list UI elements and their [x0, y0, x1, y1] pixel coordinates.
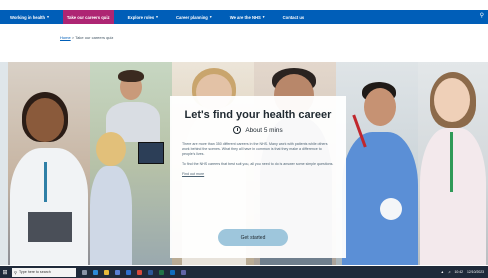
nav-item-career-planning[interactable]: Career planning ▾	[172, 10, 216, 24]
windows-taskbar: ⊞ ⚲ Type here to search ▲ ♫ 10:42 12/10/…	[0, 266, 488, 278]
chevron-down-icon: ▾	[156, 15, 158, 19]
store-icon[interactable]	[115, 269, 120, 275]
chevron-down-icon: ▾	[262, 15, 265, 19]
nav-item-explore-roles[interactable]: Explore roles ▾	[124, 10, 162, 24]
outlook-icon[interactable]	[170, 269, 175, 275]
chevron-down-icon: ▾	[47, 15, 49, 19]
breadcrumb-current: Take our careers quiz	[75, 35, 114, 40]
word-icon[interactable]	[148, 269, 153, 275]
nav-item-label: We are the NHS	[229, 14, 261, 20]
photo-pharmacist	[418, 62, 488, 265]
duration: About 5 mins	[182, 126, 334, 134]
search-icon: ⚲	[14, 269, 17, 275]
breadcrumb-home-link[interactable]: Home	[60, 35, 71, 40]
nav-item-contact-us[interactable]: Contact us	[279, 10, 309, 24]
wifi-icon[interactable]: ▲	[441, 270, 444, 274]
page: Working in health ▾ Take our careers qui…	[0, 0, 488, 278]
card-description: There are more than 350 different career…	[182, 142, 334, 177]
find-out-more-link[interactable]: Find out more	[182, 172, 204, 176]
teams-icon[interactable]	[181, 269, 186, 275]
career-intro-card: Let's find your health career About 5 mi…	[170, 96, 346, 258]
nav-item-label: Contact us	[282, 14, 305, 20]
nav-item-careers-quiz[interactable]: Take our careers quiz	[62, 10, 114, 24]
nav-item-label: Take our careers quiz	[66, 14, 110, 20]
card-paragraph: There are more than 350 different career…	[182, 142, 328, 156]
chrome-icon[interactable]	[137, 269, 142, 275]
get-started-button[interactable]: Get started	[218, 229, 288, 246]
clock-time[interactable]: 10:42	[455, 270, 464, 274]
main-navigation: Working in health ▾ Take our careers qui…	[0, 10, 488, 24]
nav-item-working-in-health[interactable]: Working in health ▾	[6, 10, 53, 24]
system-tray: ▲ ♫ 10:42 12/10/2023	[437, 266, 484, 278]
nav-item-we-are-the-nhs[interactable]: We are the NHS ▾	[226, 10, 269, 24]
clock-icon	[233, 126, 242, 134]
taskbar-search-box[interactable]: ⚲ Type here to search	[12, 267, 76, 277]
duration-text: About 5 mins	[245, 126, 283, 134]
photo-nurse-at-computer	[90, 62, 172, 265]
windows-start-icon[interactable]: ⊞	[0, 266, 10, 278]
volume-icon[interactable]: ♫	[448, 270, 451, 274]
chevron-down-icon: ▾	[209, 15, 212, 19]
photo-nurse-with-tablet	[8, 62, 90, 265]
task-view-icon[interactable]	[82, 269, 87, 275]
card-paragraph: To find the NHS careers that best suit y…	[182, 162, 334, 166]
file-explorer-icon[interactable]	[104, 269, 109, 275]
clock-date[interactable]: 12/10/2023	[467, 270, 484, 274]
photo-lab-scientist	[336, 62, 418, 265]
taskbar-search-placeholder: Type here to search	[18, 270, 51, 274]
nav-item-label: Working in health	[10, 14, 46, 20]
nav-item-label: Career planning	[175, 14, 208, 20]
nav-item-label: Explore roles	[127, 14, 155, 20]
mail-icon[interactable]	[126, 269, 131, 275]
card-title: Let's find your health career	[184, 109, 332, 121]
search-icon[interactable]: ⚲	[480, 12, 484, 19]
breadcrumb: Home > Take our careers quiz	[60, 35, 113, 40]
excel-icon[interactable]	[159, 269, 164, 275]
edge-browser-icon[interactable]	[93, 269, 98, 275]
